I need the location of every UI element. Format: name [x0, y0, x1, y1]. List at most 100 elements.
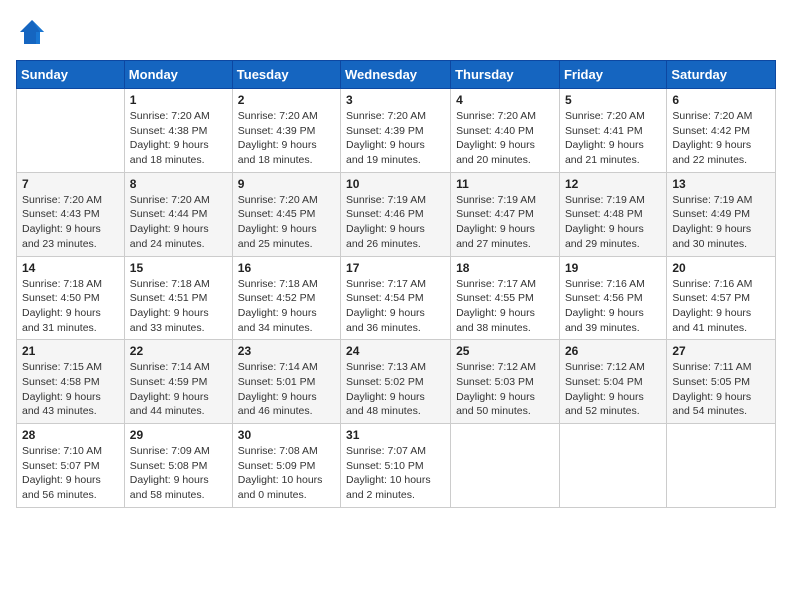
day-number: 4	[456, 93, 554, 107]
calendar-cell: 11 Sunrise: 7:19 AMSunset: 4:47 PMDayligh…	[451, 172, 560, 256]
weekday-header-monday: Monday	[124, 61, 232, 89]
day-number: 9	[238, 177, 335, 191]
calendar-week-1: 1Sunrise: 7:20 AMSunset: 4:38 PMDaylight…	[17, 89, 776, 173]
day-info: Sunrise: 7:18 AMSunset: 4:52 PMDaylight:…	[238, 277, 335, 336]
day-info: Sunrise: 7:08 AMSunset: 5:09 PMDaylight:…	[238, 444, 335, 503]
day-info: Sunrise: 7:19 AMSunset: 4:48 PMDaylight:…	[565, 193, 661, 252]
logo	[16, 16, 52, 48]
day-number: 17	[346, 261, 445, 275]
day-number: 7	[22, 177, 119, 191]
day-number: 29	[130, 428, 227, 442]
day-number: 15	[130, 261, 227, 275]
calendar-cell: 12 Sunrise: 7:19 AMSunset: 4:48 PMDayligh…	[559, 172, 666, 256]
day-number: 19	[565, 261, 661, 275]
day-number: 25	[456, 344, 554, 358]
calendar-body: 1Sunrise: 7:20 AMSunset: 4:38 PMDaylight…	[17, 89, 776, 508]
day-number: 24	[346, 344, 445, 358]
day-info: Sunrise: 7:10 AMSunset: 5:07 PMDaylight:…	[22, 444, 119, 503]
day-number: 8	[130, 177, 227, 191]
day-number: 5	[565, 93, 661, 107]
day-info: Sunrise: 7:17 AMSunset: 4:54 PMDaylight:…	[346, 277, 445, 336]
calendar-week-2: 7Sunrise: 7:20 AMSunset: 4:43 PMDaylight…	[17, 172, 776, 256]
calendar-week-5: 28 Sunrise: 7:10 AMSunset: 5:07 PMDayligh…	[17, 424, 776, 508]
calendar-table: SundayMondayTuesdayWednesdayThursdayFrid…	[16, 60, 776, 508]
calendar-cell	[451, 424, 560, 508]
calendar-cell: 14 Sunrise: 7:18 AMSunset: 4:50 PMDayligh…	[17, 256, 125, 340]
day-info: Sunrise: 7:20 AMSunset: 4:44 PMDaylight:…	[130, 193, 227, 252]
calendar-cell: 1Sunrise: 7:20 AMSunset: 4:38 PMDaylight…	[124, 89, 232, 173]
day-number: 11	[456, 177, 554, 191]
weekday-header-tuesday: Tuesday	[232, 61, 340, 89]
calendar-cell: 3Sunrise: 7:20 AMSunset: 4:39 PMDaylight…	[341, 89, 451, 173]
weekday-header-friday: Friday	[559, 61, 666, 89]
day-info: Sunrise: 7:07 AMSunset: 5:10 PMDaylight:…	[346, 444, 445, 503]
calendar-cell: 18 Sunrise: 7:17 AMSunset: 4:55 PMDayligh…	[451, 256, 560, 340]
day-info: Sunrise: 7:20 AMSunset: 4:38 PMDaylight:…	[130, 109, 227, 168]
calendar-cell: 6 Sunrise: 7:20 AMSunset: 4:42 PMDaylight…	[667, 89, 776, 173]
calendar-cell: 23Sunrise: 7:14 AMSunset: 5:01 PMDayligh…	[232, 340, 340, 424]
day-number: 14	[22, 261, 119, 275]
day-number: 26	[565, 344, 661, 358]
day-info: Sunrise: 7:20 AMSunset: 4:39 PMDaylight:…	[238, 109, 335, 168]
day-info: Sunrise: 7:09 AMSunset: 5:08 PMDaylight:…	[130, 444, 227, 503]
weekday-header-wednesday: Wednesday	[341, 61, 451, 89]
calendar-cell: 26 Sunrise: 7:12 AMSunset: 5:04 PMDayligh…	[559, 340, 666, 424]
day-info: Sunrise: 7:18 AMSunset: 4:50 PMDaylight:…	[22, 277, 119, 336]
day-info: Sunrise: 7:17 AMSunset: 4:55 PMDaylight:…	[456, 277, 554, 336]
day-info: Sunrise: 7:12 AMSunset: 5:03 PMDaylight:…	[456, 360, 554, 419]
day-info: Sunrise: 7:20 AMSunset: 4:42 PMDaylight:…	[672, 109, 770, 168]
day-number: 28	[22, 428, 119, 442]
calendar-cell: 22 Sunrise: 7:14 AMSunset: 4:59 PMDayligh…	[124, 340, 232, 424]
day-info: Sunrise: 7:19 AMSunset: 4:46 PMDaylight:…	[346, 193, 445, 252]
day-info: Sunrise: 7:13 AMSunset: 5:02 PMDaylight:…	[346, 360, 445, 419]
calendar-cell: 15 Sunrise: 7:18 AMSunset: 4:51 PMDayligh…	[124, 256, 232, 340]
calendar-cell: 7Sunrise: 7:20 AMSunset: 4:43 PMDaylight…	[17, 172, 125, 256]
logo-icon	[16, 16, 48, 48]
day-number: 20	[672, 261, 770, 275]
day-number: 13	[672, 177, 770, 191]
calendar-cell: 31 Sunrise: 7:07 AMSunset: 5:10 PMDayligh…	[341, 424, 451, 508]
day-info: Sunrise: 7:15 AMSunset: 4:58 PMDaylight:…	[22, 360, 119, 419]
calendar-cell: 21 Sunrise: 7:15 AMSunset: 4:58 PMDayligh…	[17, 340, 125, 424]
day-number: 27	[672, 344, 770, 358]
day-info: Sunrise: 7:16 AMSunset: 4:57 PMDaylight:…	[672, 277, 770, 336]
day-number: 31	[346, 428, 445, 442]
calendar-cell: 4Sunrise: 7:20 AMSunset: 4:40 PMDaylight…	[451, 89, 560, 173]
weekday-header-thursday: Thursday	[451, 61, 560, 89]
day-info: Sunrise: 7:14 AMSunset: 4:59 PMDaylight:…	[130, 360, 227, 419]
calendar-cell: 19 Sunrise: 7:16 AMSunset: 4:56 PMDayligh…	[559, 256, 666, 340]
day-info: Sunrise: 7:20 AMSunset: 4:39 PMDaylight:…	[346, 109, 445, 168]
calendar-cell: 10 Sunrise: 7:19 AMSunset: 4:46 PMDayligh…	[341, 172, 451, 256]
calendar-cell: 27 Sunrise: 7:11 AMSunset: 5:05 PMDayligh…	[667, 340, 776, 424]
calendar-cell: 9Sunrise: 7:20 AMSunset: 4:45 PMDaylight…	[232, 172, 340, 256]
calendar-cell: 17 Sunrise: 7:17 AMSunset: 4:54 PMDayligh…	[341, 256, 451, 340]
day-info: Sunrise: 7:19 AMSunset: 4:49 PMDaylight:…	[672, 193, 770, 252]
day-number: 21	[22, 344, 119, 358]
day-number: 6	[672, 93, 770, 107]
day-info: Sunrise: 7:11 AMSunset: 5:05 PMDaylight:…	[672, 360, 770, 419]
day-info: Sunrise: 7:12 AMSunset: 5:04 PMDaylight:…	[565, 360, 661, 419]
weekday-header-sunday: Sunday	[17, 61, 125, 89]
day-number: 18	[456, 261, 554, 275]
calendar-header: SundayMondayTuesdayWednesdayThursdayFrid…	[17, 61, 776, 89]
day-number: 22	[130, 344, 227, 358]
day-info: Sunrise: 7:18 AMSunset: 4:51 PMDaylight:…	[130, 277, 227, 336]
day-info: Sunrise: 7:20 AMSunset: 4:41 PMDaylight:…	[565, 109, 661, 168]
day-info: Sunrise: 7:16 AMSunset: 4:56 PMDaylight:…	[565, 277, 661, 336]
day-number: 16	[238, 261, 335, 275]
day-number: 10	[346, 177, 445, 191]
calendar-cell: 24 Sunrise: 7:13 AMSunset: 5:02 PMDayligh…	[341, 340, 451, 424]
calendar-cell: 28 Sunrise: 7:10 AMSunset: 5:07 PMDayligh…	[17, 424, 125, 508]
calendar-cell: 29 Sunrise: 7:09 AMSunset: 5:08 PMDayligh…	[124, 424, 232, 508]
day-number: 12	[565, 177, 661, 191]
calendar-cell: 2Sunrise: 7:20 AMSunset: 4:39 PMDaylight…	[232, 89, 340, 173]
day-info: Sunrise: 7:19 AMSunset: 4:47 PMDaylight:…	[456, 193, 554, 252]
calendar-cell: 13 Sunrise: 7:19 AMSunset: 4:49 PMDayligh…	[667, 172, 776, 256]
calendar-cell: 30 Sunrise: 7:08 AMSunset: 5:09 PMDayligh…	[232, 424, 340, 508]
weekday-header-saturday: Saturday	[667, 61, 776, 89]
day-info: Sunrise: 7:14 AMSunset: 5:01 PMDaylight:…	[238, 360, 335, 419]
calendar-cell: 5 Sunrise: 7:20 AMSunset: 4:41 PMDaylight…	[559, 89, 666, 173]
calendar-cell: 8 Sunrise: 7:20 AMSunset: 4:44 PMDaylight…	[124, 172, 232, 256]
calendar-cell	[667, 424, 776, 508]
day-number: 30	[238, 428, 335, 442]
